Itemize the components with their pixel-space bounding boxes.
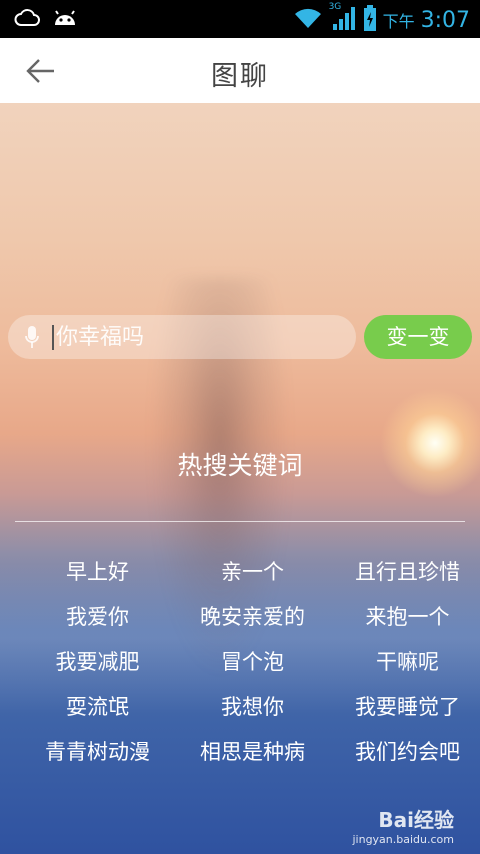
keyword-item[interactable]: 晚安亲爱的 [175,600,330,634]
keyword-item[interactable]: 我们约会吧 [330,735,480,769]
hot-keywords-grid: 早上好 亲一个 且行且珍惜 我爱你 晚安亲爱的 来抱一个 我要减肥 冒个泡 干嘛… [20,555,475,769]
keyword-item[interactable]: 耍流氓 [20,690,175,724]
status-time: 3:07 [420,7,470,33]
keyword-item[interactable]: 早上好 [20,555,175,589]
baidu-jingyan-watermark: Bai经验 jingyan.baidu.com [352,804,454,846]
keyword-item[interactable]: 我要减肥 [20,645,175,679]
cloud-icon [14,7,40,31]
keyword-item[interactable]: 亲一个 [175,555,330,589]
android-icon [52,7,78,31]
page-title: 图聊 [211,61,269,92]
keyword-item[interactable]: 我爱你 [20,600,175,634]
keyword-item[interactable]: 且行且珍惜 [330,555,480,589]
keyword-item[interactable]: 我想你 [175,690,330,724]
status-ampm: 下午 [382,12,415,31]
signal-icon: 3G [328,2,357,36]
status-bar: 3G 下午 3:07 [0,0,480,38]
keyword-item[interactable]: 来抱一个 [330,600,480,634]
shuffle-button[interactable]: 变一变 [364,315,472,359]
search-box[interactable] [8,315,356,359]
network-type-label: 3G [328,2,342,12]
main-content: 变一变 热搜关键词 早上好 亲一个 且行且珍惜 我爱你 晚安亲爱的 来抱一个 我… [0,103,480,854]
battery-charging-icon [363,4,377,36]
keyword-item[interactable]: 相思是种病 [175,735,330,769]
keyword-item[interactable]: 干嘛呢 [330,645,480,679]
wifi-icon [293,6,323,34]
hot-keywords-title: 热搜关键词 [177,451,303,480]
keyword-item[interactable]: 我要睡觉了 [330,690,480,724]
microphone-icon[interactable] [24,325,40,351]
watermark-url: jingyan.baidu.com [352,833,454,846]
divider [15,521,465,522]
keyword-item[interactable]: 青青树动漫 [20,735,175,769]
watermark-logo: Bai经验 [378,808,454,832]
text-cursor [52,325,54,350]
title-bar: 图聊 [0,38,480,103]
keyword-item[interactable]: 冒个泡 [175,645,330,679]
search-input[interactable] [56,319,346,355]
